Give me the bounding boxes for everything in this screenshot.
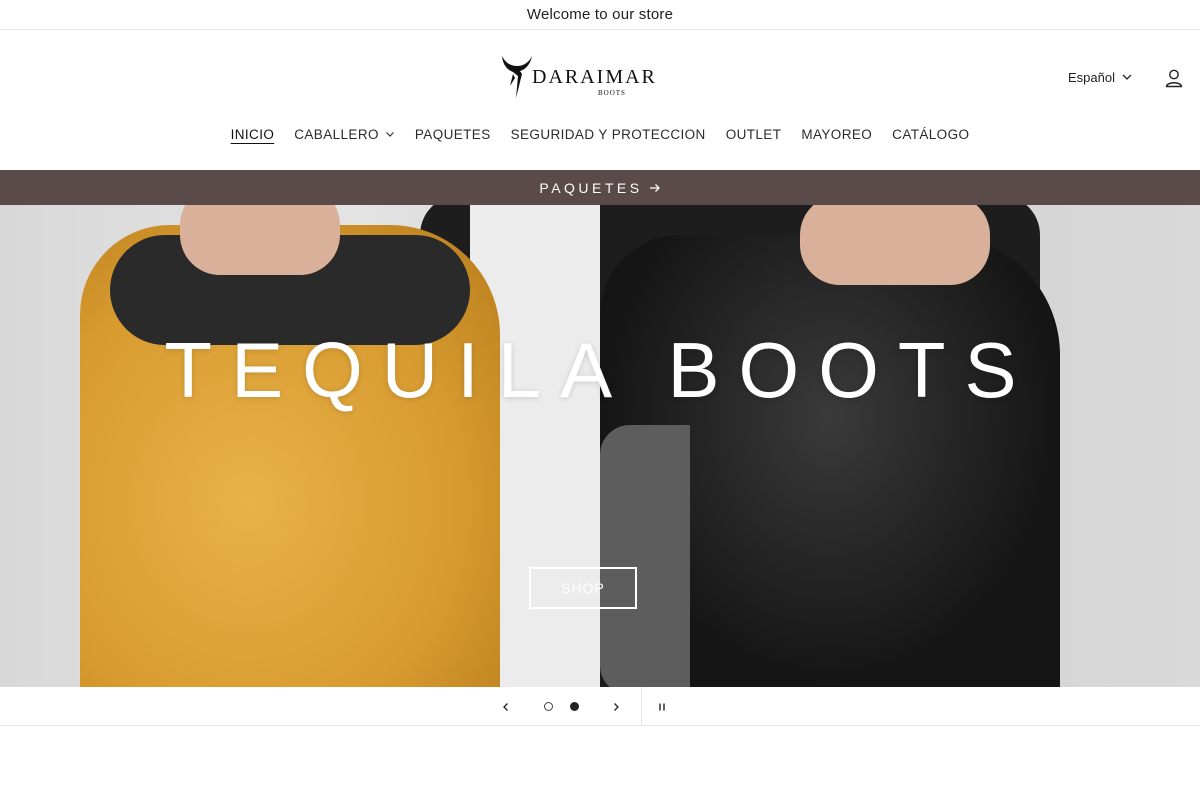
pause-slideshow-button[interactable] [652, 697, 672, 717]
shop-button[interactable]: SHOP [529, 567, 637, 609]
chevron-left-icon [503, 703, 508, 711]
nav-item-catalogo[interactable]: CATÁLOGO [882, 122, 979, 146]
hero-image-black-boot [600, 235, 1060, 687]
hero-image-tan-boots [80, 225, 500, 687]
nav-item-paquetes[interactable]: PAQUETES [405, 122, 501, 146]
logo-link[interactable]: DARAIMAR BOOTS [500, 52, 670, 104]
bull-logo-icon [502, 56, 532, 98]
nav-label: MAYOREO [801, 126, 873, 142]
promo-bar-link[interactable]: PAQUETES [0, 170, 1200, 205]
nav-item-seguridad[interactable]: SEGURIDAD Y PROTECCION [501, 122, 716, 146]
language-label: Español [1068, 69, 1115, 85]
hero-image-hand-right [800, 205, 990, 285]
nav-item-mayoreo[interactable]: MAYOREO [791, 122, 882, 146]
nav-label: PAQUETES [414, 126, 491, 142]
slide-dot-1[interactable] [544, 702, 553, 711]
nav-label: OUTLET [725, 126, 782, 142]
nav-label: SEGURIDAD Y PROTECCION [510, 126, 706, 142]
logo-wordmark: DARAIMAR [532, 66, 657, 88]
hero-image-hand-left [180, 205, 340, 275]
user-icon [1165, 69, 1183, 88]
announcement-bar: Welcome to our store [0, 0, 1200, 30]
nav-item-outlet[interactable]: OUTLET [716, 122, 792, 146]
previous-slide-button[interactable] [496, 697, 516, 717]
controls-divider [641, 687, 642, 726]
nav-item-inicio[interactable]: INICIO [221, 122, 285, 146]
nav-label: INICIO [230, 126, 275, 142]
nav-item-caballero[interactable]: CABALLERO [284, 122, 405, 146]
hero-slide: TEQUILA BOOTS SHOP [0, 205, 1200, 687]
hero-title: TEQUILA BOOTS [164, 326, 1036, 414]
logo-subtext: BOOTS [598, 89, 626, 97]
pause-icon [659, 703, 665, 711]
chevron-down-icon [1122, 74, 1132, 80]
nav-label: CATÁLOGO [892, 126, 970, 142]
site-header: DARAIMAR BOOTS Español INICIO CABALLERO … [0, 30, 1200, 170]
announcement-text: Welcome to our store [526, 6, 674, 23]
arrow-right-icon [649, 183, 660, 192]
chevron-right-icon [614, 703, 619, 711]
slide-dot-2[interactable] [570, 702, 579, 711]
language-selector[interactable]: Español [1068, 66, 1133, 88]
main-nav: INICIO CABALLERO PAQUETES SEGURIDAD Y PR… [0, 122, 1200, 146]
slider-controls [0, 687, 1200, 726]
account-button[interactable] [1160, 64, 1188, 92]
promo-bar-text: PAQUETES [539, 179, 643, 196]
nav-label: CABALLERO [294, 126, 379, 142]
next-slide-button[interactable] [606, 697, 626, 717]
chevron-down-icon [385, 132, 394, 137]
